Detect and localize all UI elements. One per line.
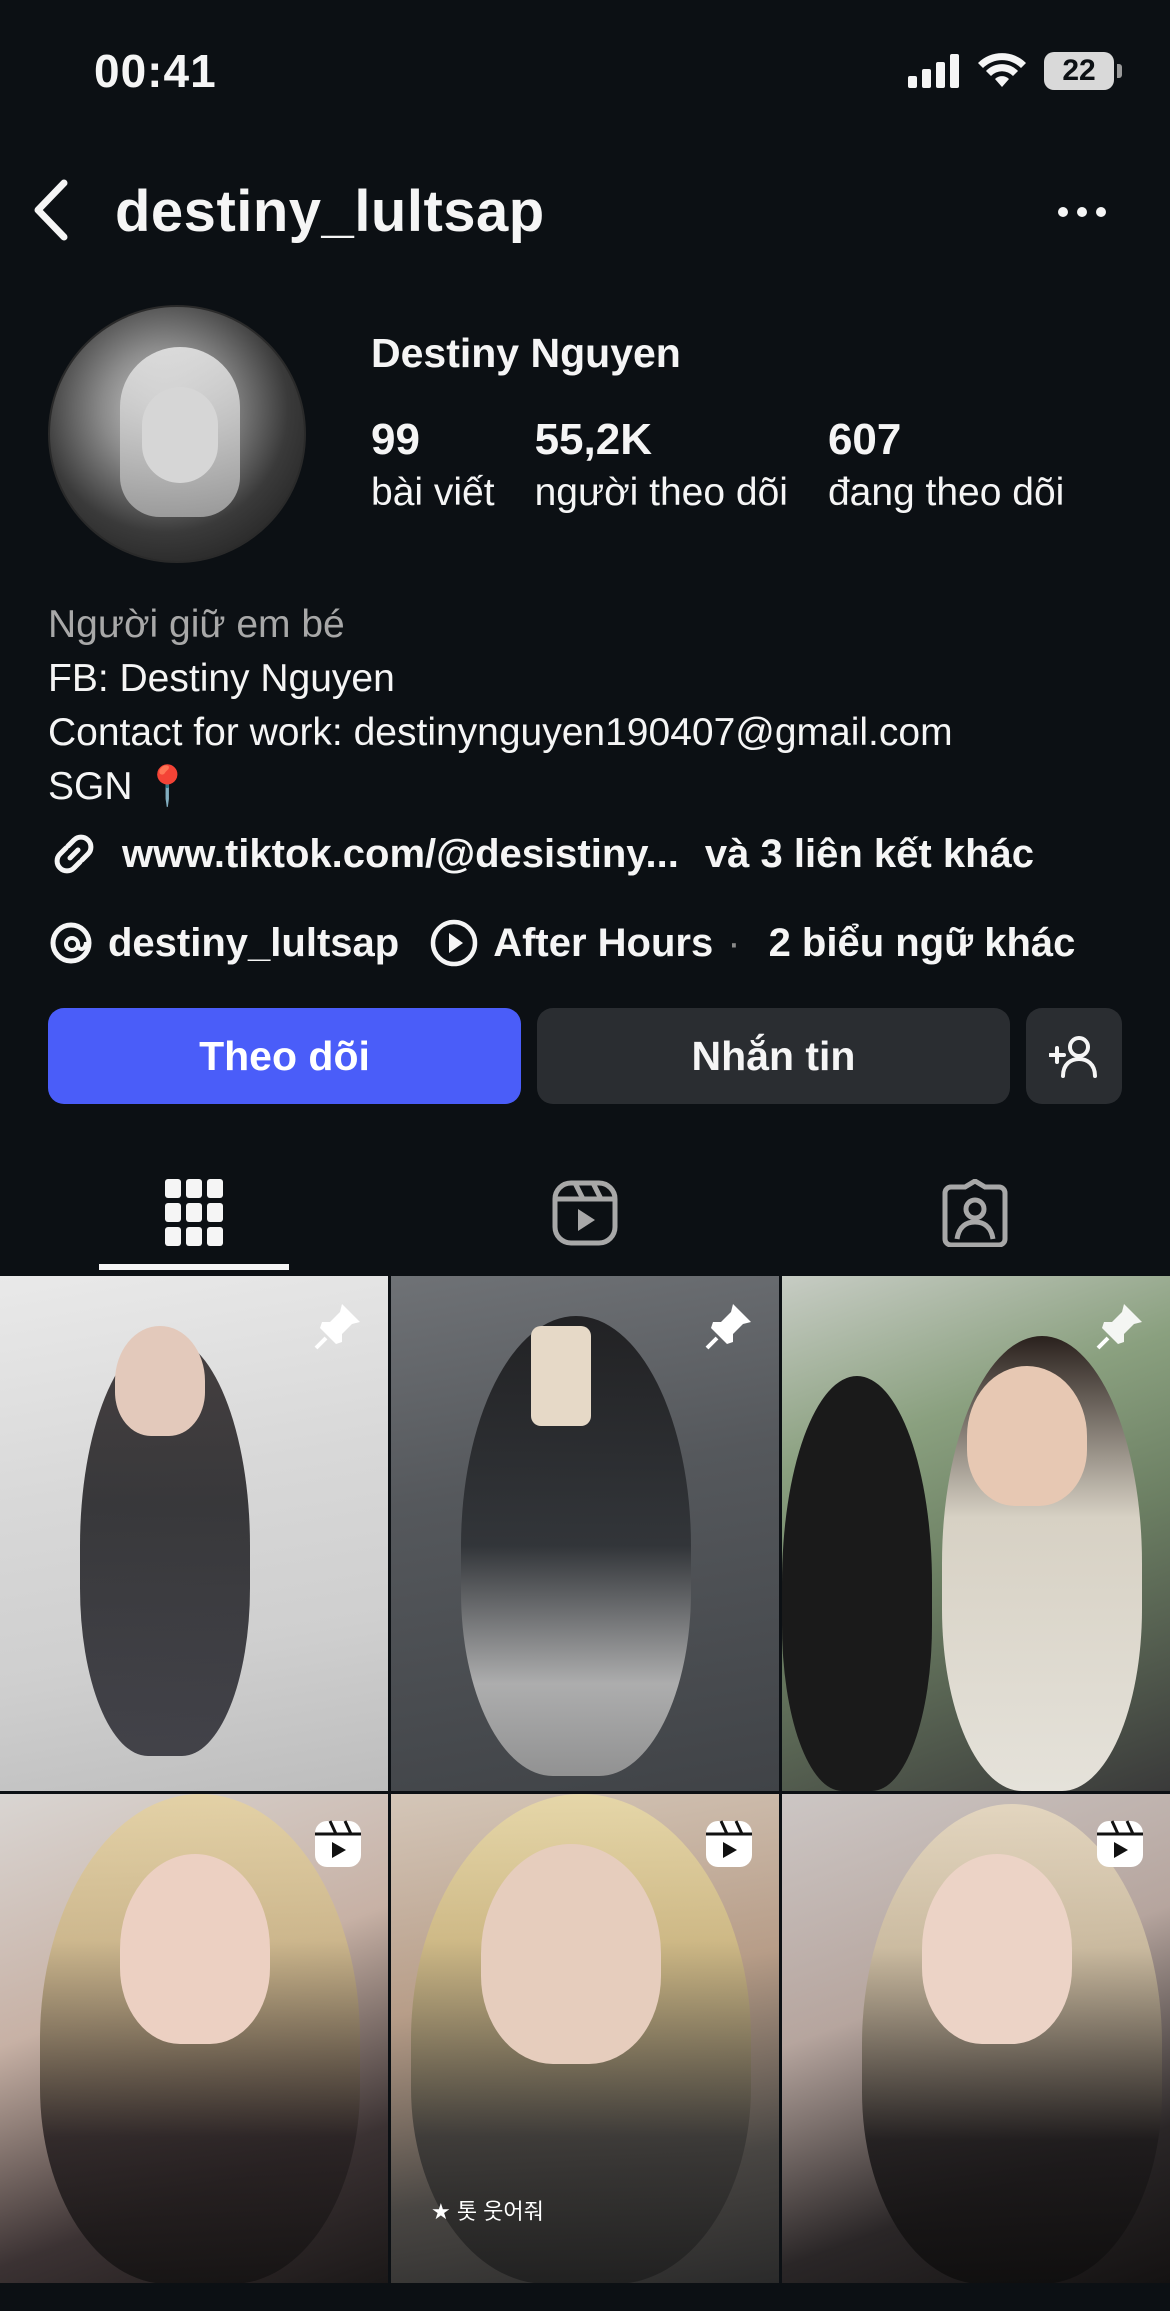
reels-icon [552,1180,618,1245]
profile-link-more[interactable]: và 3 liên kết khác [705,832,1034,877]
stat-following-value: 607 [827,415,902,464]
music-title: After Hours [493,920,714,965]
status-bar: 00:41 22 [0,0,1170,150]
tab-reels[interactable] [490,1150,680,1275]
pin-icon [1092,1298,1148,1354]
more-options-button[interactable] [1042,182,1122,242]
post-tile[interactable] [0,1276,388,1791]
bio-line: Contact for work: destinynguyen190407@gm… [48,711,953,754]
tagged-user-icon [942,1178,1008,1247]
battery-icon: 22 [1044,52,1122,90]
posts-grid: ★ 톳 웃어줘 [0,1276,1170,2284]
profile-stats: 99 bài viết 55,2K người theo dõi 607 đan… [371,412,1104,518]
suggested-users-button[interactable] [1026,1008,1122,1104]
link-icon [54,834,94,874]
add-user-icon [1049,1036,1097,1078]
stat-posts-label: bài viết [371,471,495,514]
cellular-signal-icon [908,54,959,88]
stat-posts[interactable]: 99 bài viết [371,412,495,518]
wifi-icon [978,53,1026,87]
status-time: 00:41 [94,45,217,97]
bottom-strip [0,2283,1170,2311]
display-name: Destiny Nguyen [371,330,681,376]
bio: Người giữ em bé FB: Destiny Nguyen Conta… [48,598,953,814]
reel-icon [310,1816,366,1872]
stat-followers[interactable]: 55,2K người theo dõi [535,412,788,518]
message-button[interactable]: Nhắn tin [537,1008,1010,1104]
profile-tabs [0,1150,1170,1275]
post-tile[interactable] [0,1794,388,2284]
tile-caption: ★ 톳 웃어줘 [431,2199,544,2224]
pin-icon [310,1298,366,1354]
bio-line: FB: Destiny Nguyen [48,657,395,700]
status-icons: 22 [908,52,1122,90]
active-tab-indicator [99,1264,289,1270]
stat-following-label: đang theo dõi [827,471,1065,514]
threads-icon [50,922,92,964]
profile-banners: destiny_lultsap After Hours · 2 biểu ngữ… [48,918,1075,968]
post-tile[interactable] [782,1794,1170,2284]
back-button[interactable] [22,174,78,246]
profile-actions: Theo dõi Nhắn tin [48,1008,1122,1104]
avatar[interactable] [48,305,306,563]
reel-icon [1092,1816,1148,1872]
post-tile[interactable] [782,1276,1170,1791]
grid-icon [165,1178,223,1246]
stat-followers-value: 55,2K [534,415,652,464]
profile-username-title: destiny_lultsap [115,179,545,244]
top-nav: destiny_lultsap [0,160,1170,260]
chevron-left-icon [34,179,68,241]
play-circle-icon [430,919,478,967]
profile-links[interactable]: www.tiktok.com/@desistiny... và 3 liên k… [48,828,1034,880]
banner-separator: · [727,920,741,965]
battery-level: 22 [1062,54,1096,87]
threads-banner[interactable]: destiny_lultsap [48,920,399,966]
stat-following[interactable]: 607 đang theo dõi [828,412,1064,518]
post-tile[interactable] [391,1276,779,1791]
pin-icon [701,1298,757,1354]
stat-followers-label: người theo dõi [534,471,788,514]
tab-posts-grid[interactable] [99,1150,289,1275]
post-tile[interactable]: ★ 톳 웃어줘 [391,1794,779,2284]
profile-link-url[interactable]: www.tiktok.com/@desistiny... [122,832,679,877]
bio-line: SGN 📍 [48,765,192,808]
follow-button[interactable]: Theo dõi [48,1008,521,1104]
stat-posts-value: 99 [371,415,420,464]
tab-tagged[interactable] [880,1150,1070,1275]
bio-category: Người giữ em bé [48,603,345,646]
threads-handle: destiny_lultsap [108,920,400,965]
music-banner[interactable]: After Hours [429,918,713,968]
reel-icon [701,1816,757,1872]
more-horizontal-icon [1058,207,1106,217]
more-banners[interactable]: 2 biểu ngữ khác [769,921,1076,966]
